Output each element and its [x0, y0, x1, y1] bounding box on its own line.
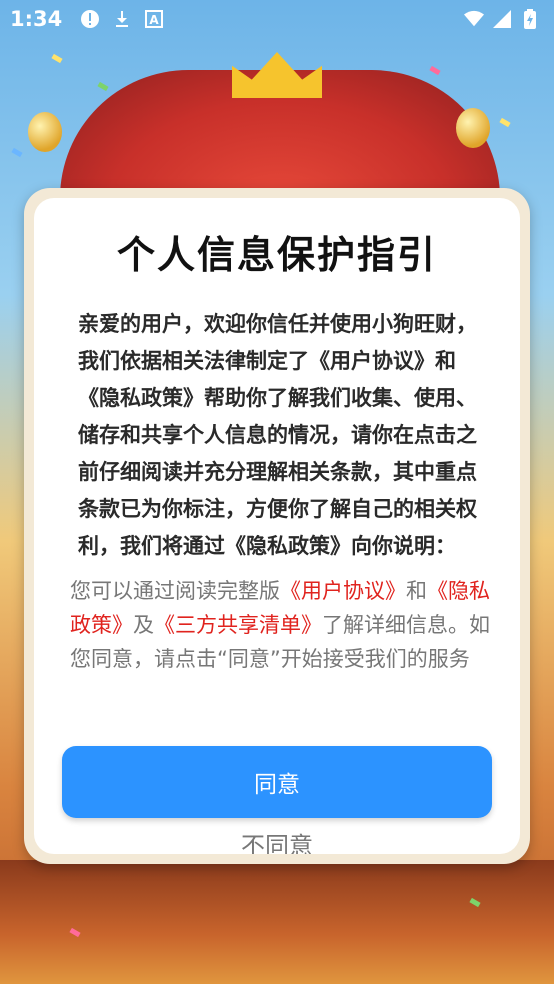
dialog-title: 个人信息保护指引: [116, 233, 437, 277]
status-time: 1:34: [10, 7, 63, 31]
agree-button[interactable]: 同意: [62, 746, 492, 818]
dialog-note: 您可以通过阅读完整版《用户协议》和《隐私政策》及《三方共享清单》了解详细信息。如…: [70, 574, 490, 676]
balloon-illustration: [456, 108, 490, 148]
floor-illustration: [0, 860, 554, 984]
alert-icon: [80, 9, 100, 29]
battery-icon: [520, 9, 540, 29]
confetti: [51, 53, 63, 64]
wifi-icon: [464, 9, 484, 29]
status-bar: 1:34 A: [0, 0, 554, 38]
signal-icon: [492, 9, 512, 29]
balloon-illustration: [28, 112, 62, 152]
confetti: [429, 65, 441, 76]
download-icon: [112, 9, 132, 29]
dialog-body-text: 亲爱的用户，欢迎你信任并使用小狗旺财，我们依据相关法律制定了《用户协议》和《隐私…: [78, 312, 477, 558]
user-agreement-link[interactable]: 《用户协议》: [280, 579, 406, 603]
note-prefix: 您可以通过阅读完整版: [70, 579, 280, 603]
disagree-button[interactable]: 不同意: [34, 826, 520, 854]
note-and2: 及: [133, 613, 154, 637]
privacy-dialog: 个人信息保护指引 亲爱的用户，欢迎你信任并使用小狗旺财，我们依据相关法律制定了《…: [34, 198, 520, 854]
svg-text:A: A: [150, 13, 160, 27]
note-and: 和: [406, 579, 427, 603]
confetti: [11, 147, 23, 158]
confetti: [97, 81, 109, 92]
third-party-list-link[interactable]: 《三方共享清单》: [154, 613, 322, 637]
a-icon: A: [144, 9, 164, 29]
confetti: [499, 117, 511, 128]
